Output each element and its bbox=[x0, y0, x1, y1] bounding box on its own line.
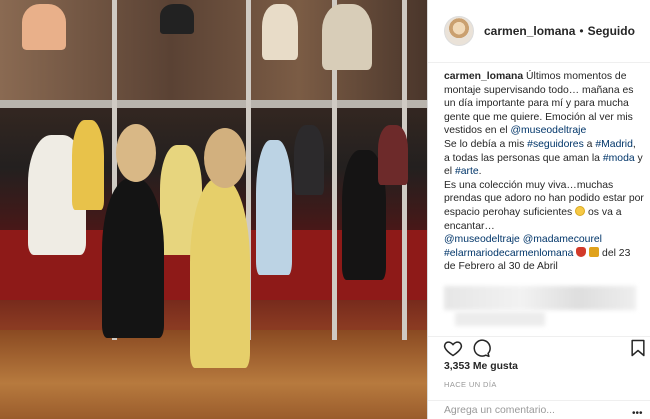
hashtag-link[interactable]: #Madrid bbox=[595, 139, 633, 150]
caption-username[interactable]: carmen_lomana bbox=[444, 71, 523, 82]
post-caption: carmen_lomana Últimos momentos de montaj… bbox=[444, 70, 644, 274]
photo-person bbox=[102, 178, 164, 338]
likes-count[interactable]: 3,353 Me gusta bbox=[444, 361, 518, 372]
header-username[interactable]: carmen_lomana bbox=[484, 24, 575, 38]
hashtag-link[interactable]: @museodeltraje bbox=[510, 125, 586, 136]
photo-dress bbox=[378, 125, 408, 185]
header-separator: • bbox=[579, 24, 584, 38]
photo-dress bbox=[322, 4, 372, 70]
photo-dress bbox=[22, 4, 66, 50]
photo-dress bbox=[256, 140, 292, 275]
caption-text: a bbox=[583, 138, 596, 150]
likes-label: Me gusta bbox=[472, 361, 518, 372]
comment-bubble-icon[interactable] bbox=[471, 338, 491, 358]
gift-emoji-icon bbox=[589, 246, 600, 257]
caption-text: . bbox=[478, 166, 482, 178]
mention-link[interactable]: @madamecourel bbox=[523, 234, 602, 245]
blurred-comment bbox=[444, 286, 636, 310]
mention-link[interactable]: @museodeltraje bbox=[444, 234, 520, 245]
hashtag-link[interactable]: #seguidores bbox=[527, 139, 584, 150]
photo-person bbox=[190, 178, 250, 368]
smile-emoji-icon bbox=[575, 205, 586, 216]
avatar[interactable] bbox=[444, 16, 474, 46]
photo-person-head bbox=[204, 128, 246, 188]
post-photo[interactable] bbox=[0, 0, 427, 419]
post-timestamp[interactable]: HACE UN DÍA bbox=[444, 380, 497, 389]
photo-dress bbox=[160, 4, 194, 34]
heart-icon[interactable] bbox=[443, 338, 463, 358]
dress-emoji-icon bbox=[576, 246, 587, 257]
hashtag-link[interactable]: #moda bbox=[603, 153, 635, 164]
photo-shelf bbox=[0, 100, 427, 108]
photo-dress bbox=[294, 125, 324, 195]
follow-status-button[interactable]: Seguido bbox=[588, 24, 635, 38]
likes-number: 3,353 bbox=[444, 361, 471, 372]
photo-dress bbox=[72, 120, 104, 210]
caption-text: Se lo debía a mis bbox=[444, 138, 528, 150]
post-header: carmen_lomana • Seguido bbox=[428, 0, 650, 63]
bookmark-icon[interactable] bbox=[628, 338, 648, 358]
hashtag-link[interactable]: #arte bbox=[455, 166, 479, 177]
comment-input[interactable] bbox=[444, 404, 624, 416]
hashtag-link[interactable]: #elarmariodecarmenlomana bbox=[444, 248, 573, 259]
photo-dress bbox=[262, 4, 298, 60]
more-options-icon[interactable]: ••• bbox=[632, 408, 643, 419]
photo-person-head bbox=[116, 124, 156, 182]
blurred-comment bbox=[455, 312, 545, 326]
comment-bar bbox=[428, 400, 650, 419]
